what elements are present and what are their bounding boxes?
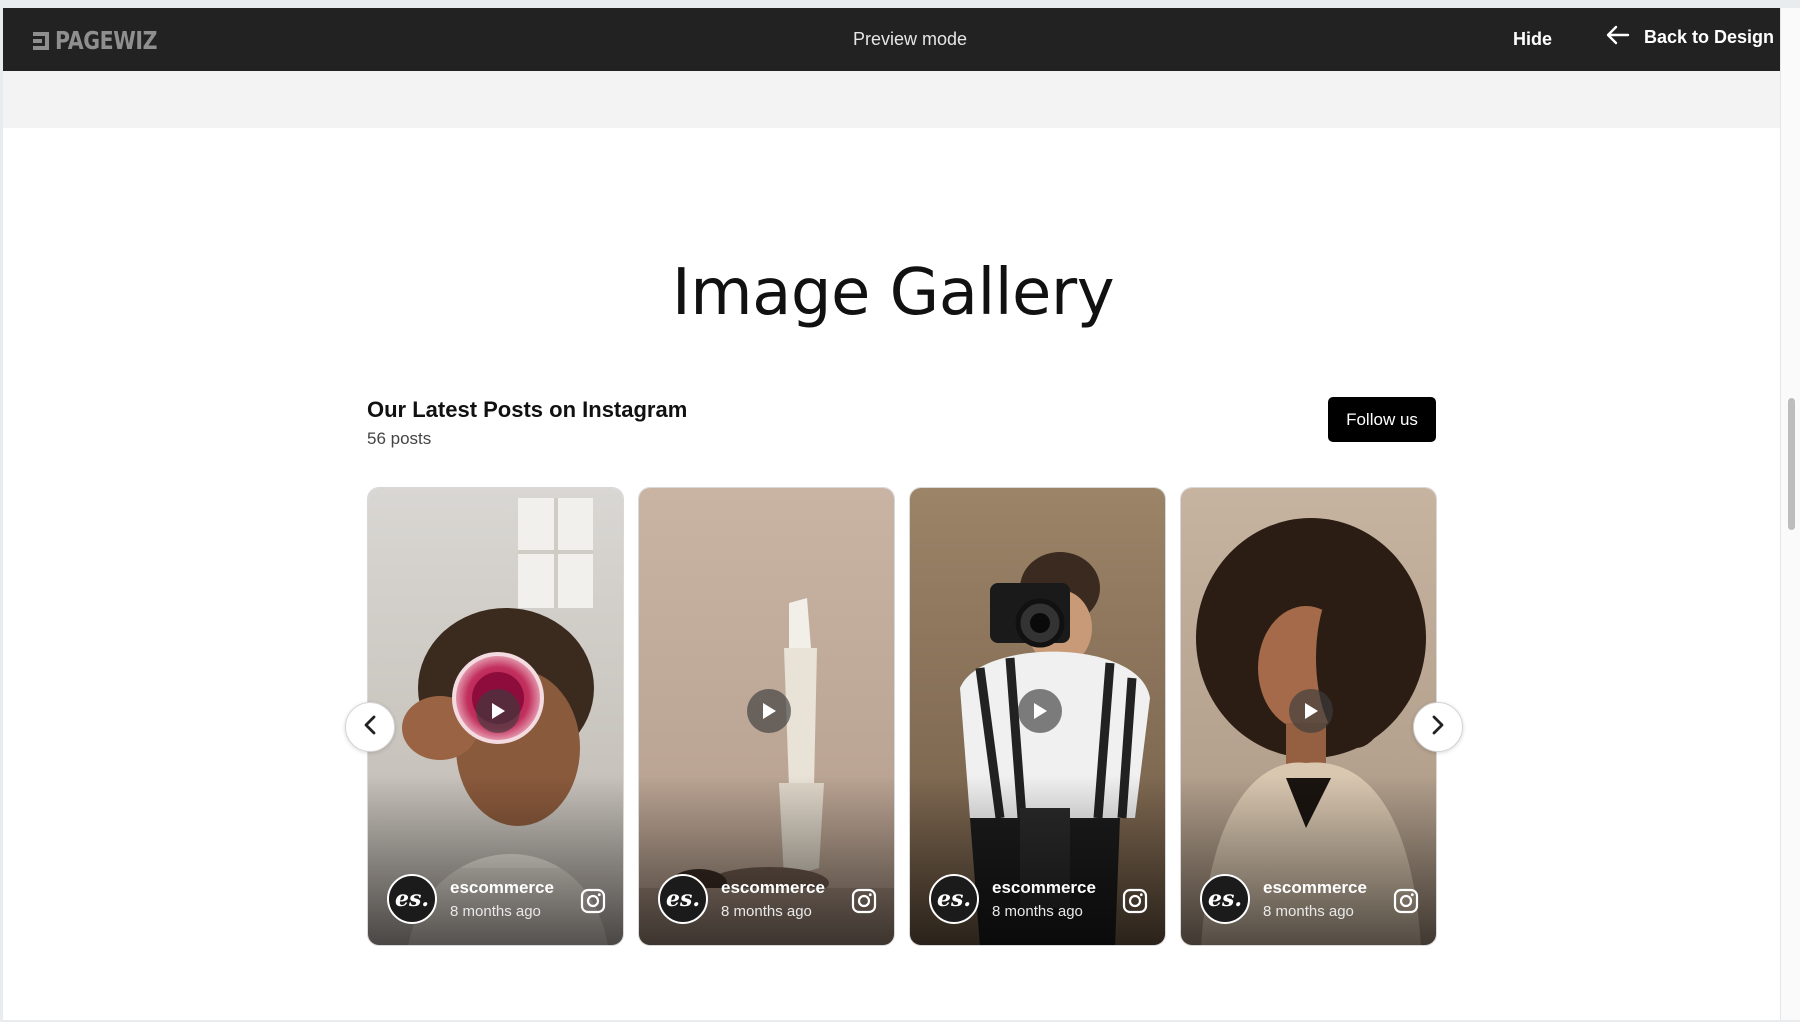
play-icon[interactable]: [476, 689, 520, 733]
carousel-next-button[interactable]: [1413, 702, 1463, 752]
post-time: 8 months ago: [1263, 903, 1354, 920]
instagram-post-count: 56 posts: [367, 429, 432, 448]
play-icon[interactable]: [747, 689, 791, 733]
avatar: es.: [658, 874, 708, 924]
post-time: 8 months ago: [721, 903, 812, 920]
post-username: escommerce: [450, 878, 554, 897]
avatar: es.: [1200, 874, 1250, 924]
instagram-post-card[interactable]: es. escommerce 8 months ago: [909, 487, 1166, 946]
follow-us-button[interactable]: Follow us: [1328, 397, 1436, 442]
play-icon[interactable]: [1018, 689, 1062, 733]
back-to-design-label: Back to Design: [1644, 27, 1775, 47]
post-username: escommerce: [992, 878, 1096, 897]
page-scrollbar[interactable]: [1780, 8, 1800, 1020]
back-to-design-button[interactable]: Back to Design: [1606, 25, 1774, 50]
arrow-left-icon: [1606, 25, 1630, 50]
post-time: 8 months ago: [450, 903, 541, 920]
post-username: escommerce: [1263, 878, 1367, 897]
instagram-icon[interactable]: [1122, 888, 1148, 914]
preview-toolbar: PAGEWIZ Preview mode Hide Back to Design: [3, 8, 1783, 71]
instagram-heading: Our Latest Posts on Instagram: [367, 397, 688, 422]
instagram-icon[interactable]: [580, 888, 606, 914]
instagram-post-card[interactable]: es. escommerce 8 months ago: [1180, 487, 1437, 946]
page-header-band: [3, 71, 1783, 128]
instagram-carousel: es. escommerce 8 months ago es. escommer…: [367, 487, 1437, 946]
hide-button[interactable]: Hide: [1513, 29, 1552, 50]
instagram-post-card[interactable]: es. escommerce 8 months ago: [367, 487, 624, 946]
instagram-icon[interactable]: [851, 888, 877, 914]
play-icon[interactable]: [1289, 689, 1333, 733]
avatar: es.: [929, 874, 979, 924]
chevron-right-icon: [1431, 715, 1445, 740]
preview-frame: PAGEWIZ Preview mode Hide Back to Design…: [3, 8, 1783, 1020]
instagram-post-card[interactable]: es. escommerce 8 months ago: [638, 487, 895, 946]
carousel-prev-button[interactable]: [345, 702, 395, 752]
instagram-icon[interactable]: [1393, 888, 1419, 914]
page-title: Image Gallery: [671, 256, 1115, 330]
post-username: escommerce: [721, 878, 825, 897]
post-time: 8 months ago: [992, 903, 1083, 920]
avatar: es.: [387, 874, 437, 924]
scrollbar-thumb[interactable]: [1788, 398, 1795, 530]
chevron-left-icon: [363, 715, 377, 740]
